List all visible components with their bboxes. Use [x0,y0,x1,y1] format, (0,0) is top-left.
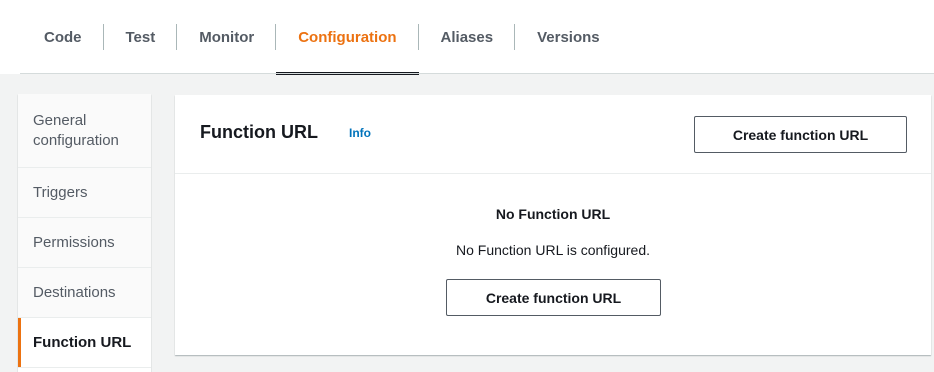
tab-label: Aliases [440,28,494,46]
empty-state-title: No Function URL [495,206,611,222]
tab-configuration[interactable]: Configuration [276,0,419,75]
tab-label: Code [44,28,82,46]
tab-monitor[interactable]: Monitor [177,0,277,74]
tab-aliases[interactable]: Aliases [419,0,516,74]
nav-item-label: Permissions [33,234,115,251]
create-function-url-button[interactable]: Create function URL [694,116,907,153]
tab-underline [20,73,934,74]
nav-item-permissions[interactable]: Permissions [18,218,151,268]
config-side-nav: General configuration Triggers Permissio… [18,94,151,372]
nav-item-function-url[interactable]: Function URL [18,318,151,368]
nav-item-label: Destinations [33,284,116,301]
tab-label: Monitor [199,28,255,46]
tab-label: Versions [537,28,600,46]
empty-state-description: No Function URL is configured. [455,242,651,258]
tab-test[interactable]: Test [104,0,178,74]
nav-item-destinations[interactable]: Destinations [18,268,151,318]
panel-header: Function URL Info Create function URL [175,95,931,174]
tab-bar: Code Test Monitor Configuration Aliases … [0,0,934,75]
function-url-panel: Function URL Info Create function URL No… [175,95,931,355]
create-function-url-empty-button[interactable]: Create function URL [446,279,661,316]
nav-item-general-configuration[interactable]: General configuration [18,94,151,168]
tab-code[interactable]: Code [20,0,104,74]
nav-item-label: Triggers [33,184,88,201]
tab-label: Configuration [298,28,397,46]
nav-item-label: General configuration [33,112,119,149]
info-link[interactable]: Info [349,126,371,140]
nav-item-label: Function URL [33,334,132,351]
panel-title: Function URL [200,122,318,142]
tabs: Code Test Monitor Configuration Aliases … [20,0,622,75]
tab-versions[interactable]: Versions [515,0,622,74]
tab-label: Test [125,28,156,46]
nav-item-triggers[interactable]: Triggers [18,168,151,218]
